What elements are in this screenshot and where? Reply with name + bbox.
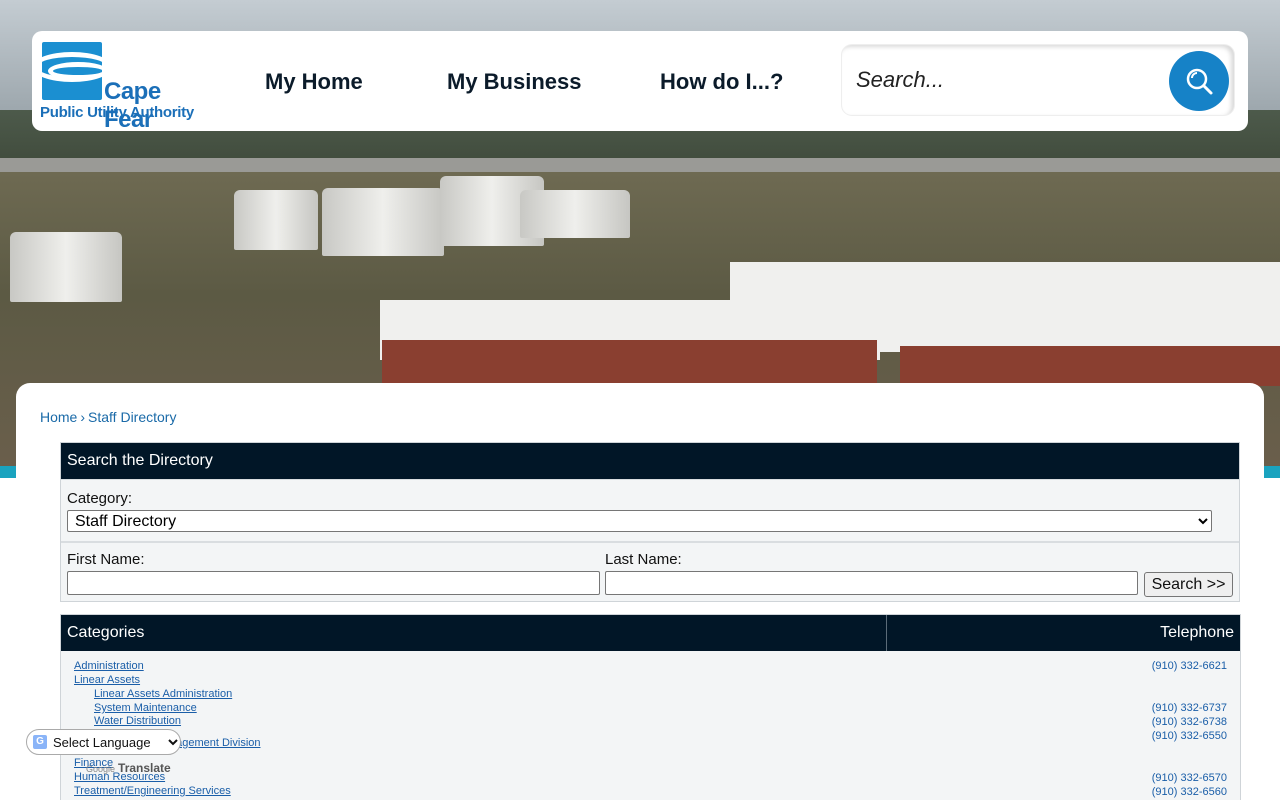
category-phone[interactable]: (910) 332-6570 <box>1152 772 1227 784</box>
category-label: Category: <box>67 490 133 507</box>
last-name-group: Last Name: <box>605 551 1138 595</box>
name-row: First Name: Last Name: Search >> <box>61 541 1239 601</box>
hero-building <box>900 346 1280 386</box>
category-phone[interactable]: (910) 332-6621 <box>1152 660 1227 672</box>
category-link-linear-assets-admin[interactable]: Linear Assets Administration <box>94 688 232 700</box>
category-phone[interactable]: (910) 332-6560 <box>1152 786 1227 798</box>
category-select[interactable]: Staff Directory <box>67 510 1212 532</box>
category-link-system-maintenance[interactable]: System Maintenance <box>94 702 197 714</box>
hero-tank <box>322 188 444 256</box>
hero-building <box>382 340 877 384</box>
content-panel: Home › Staff Directory Search the Director… <box>16 383 1264 800</box>
logo-subtitle: Public Utility Authority <box>40 104 194 121</box>
category-link-water-distribution[interactable]: Water Distribution <box>94 715 181 727</box>
breadcrumb: Home › Staff Directory <box>40 409 176 425</box>
hero-tank <box>520 190 630 238</box>
directory-search-button[interactable]: Search >> <box>1144 572 1233 597</box>
categories-table: Categories Telephone Administration (910… <box>60 614 1241 800</box>
logo-mark-icon <box>42 42 102 100</box>
powered-by-translate: Google Translate <box>86 761 171 775</box>
directory-search-form: Search the Directory Category: Staff Dir… <box>60 442 1240 602</box>
categories-column-header: Categories <box>67 624 145 641</box>
breadcrumb-separator: › <box>80 409 86 425</box>
categories-table-header: Categories Telephone <box>61 615 1240 651</box>
column-divider <box>886 615 887 651</box>
translate-link[interactable]: Translate <box>118 761 171 775</box>
search-button[interactable] <box>1169 51 1229 111</box>
first-name-group: First Name: <box>67 551 600 595</box>
search-input[interactable] <box>856 63 1156 97</box>
site-search <box>842 45 1234 115</box>
category-phone[interactable]: (910) 332-6550 <box>1152 730 1227 742</box>
language-select[interactable]: Select Language <box>31 732 181 752</box>
site-header: Cape Fear Public Utility Authority My Ho… <box>32 31 1248 133</box>
breadcrumb-home[interactable]: Home <box>40 409 77 425</box>
telephone-column-header: Telephone <box>1160 624 1234 641</box>
nav-how-do-i[interactable]: How do I...? <box>660 69 783 95</box>
nav-my-business[interactable]: My Business <box>447 69 582 95</box>
breadcrumb-current[interactable]: Staff Directory <box>88 409 176 425</box>
last-name-label: Last Name: <box>605 551 682 568</box>
site-logo[interactable]: Cape Fear Public Utility Authority <box>40 40 210 133</box>
category-link-linear-assets[interactable]: Linear Assets <box>74 674 140 686</box>
last-name-input[interactable] <box>605 571 1138 595</box>
nav-my-home[interactable]: My Home <box>265 69 363 95</box>
category-phone[interactable]: (910) 332-6737 <box>1152 702 1227 714</box>
first-name-input[interactable] <box>67 571 600 595</box>
category-link-administration[interactable]: Administration <box>74 660 144 672</box>
category-link-treatment-engineering[interactable]: Treatment/Engineering Services <box>74 785 231 797</box>
hero-tank <box>10 232 122 302</box>
language-selector: G Select Language <box>26 729 181 755</box>
hero-tank <box>234 190 318 250</box>
category-row: Category: Staff Directory <box>61 479 1239 541</box>
first-name-label: First Name: <box>67 551 145 568</box>
category-phone[interactable]: (910) 332-6738 <box>1152 716 1227 728</box>
search-icon <box>1186 68 1213 95</box>
directory-form-title: Search the Directory <box>61 443 1239 479</box>
hero-highway <box>0 158 1280 172</box>
google-logo: Google <box>86 764 116 774</box>
